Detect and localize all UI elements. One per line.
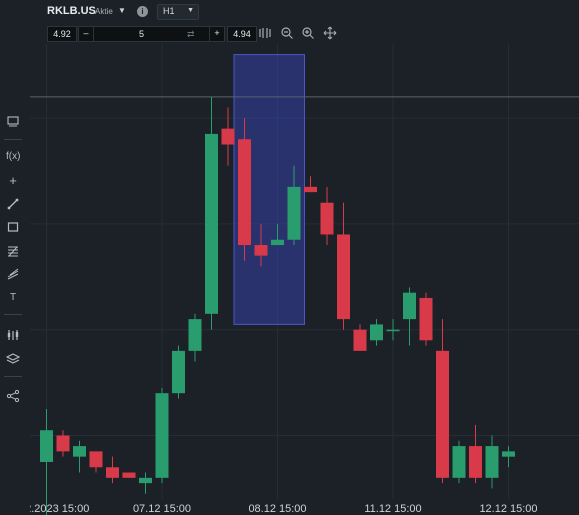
channel-tool-icon[interactable] (6, 267, 20, 281)
share-icon[interactable] (6, 389, 20, 403)
trading-chart-window: RKLB.US Aktie ▼ i H1 ▼ 4.92 – 5 ⇄ + 4.94 (0, 0, 579, 515)
toolbar-divider (4, 376, 22, 377)
function-icon[interactable]: f(x) (6, 150, 20, 164)
spread-icon[interactable] (258, 26, 272, 40)
quantity-value[interactable]: 5 (139, 27, 144, 41)
instrument-toolbar: RKLB.US Aktie ▼ i H1 ▼ (0, 0, 579, 24)
trade-toolbar: 4.92 – 5 ⇄ + 4.94 (0, 26, 579, 42)
candle-body (452, 446, 466, 478)
timeframe-label: H1 (163, 6, 175, 16)
symbol-dropdown-icon[interactable]: ▼ (118, 6, 126, 15)
candle-body (205, 133, 218, 314)
candle-body (337, 234, 350, 320)
zoom-in-icon[interactable] (301, 26, 315, 40)
candle-body (469, 446, 482, 478)
text-tool-icon[interactable]: T (6, 291, 20, 305)
candle-body (188, 319, 202, 351)
candle-body (122, 472, 136, 478)
candle-body (320, 202, 334, 235)
buy-price-button[interactable]: 4.94 (227, 26, 257, 42)
quantity-stepper[interactable]: – 5 ⇄ + (78, 26, 225, 42)
chevron-down-icon: ▼ (187, 7, 194, 14)
candle-body (73, 446, 86, 457)
candle-body (403, 292, 416, 320)
candle-body (287, 186, 301, 240)
candle-body (436, 350, 449, 478)
timeframe-select[interactable]: H1 ▼ (157, 4, 199, 20)
candle-body (304, 186, 317, 193)
layers-icon[interactable] (5, 352, 21, 366)
candle-body (221, 128, 235, 145)
toolbar-divider (4, 139, 22, 140)
move-icon[interactable] (323, 26, 337, 40)
price-chart[interactable]: 06.12.2023 15:00 07.12 15:00 08.12 15:00 11… (30, 44, 579, 515)
candle-body (353, 329, 367, 351)
x-axis-label: 08.12 15:00 (248, 503, 306, 515)
candle-body (386, 329, 400, 332)
candle-body (139, 477, 152, 484)
toolbar-divider (4, 314, 22, 315)
candle-body (485, 446, 499, 478)
info-icon[interactable]: i (137, 6, 148, 17)
candle-body (40, 430, 53, 462)
candle-body (89, 451, 103, 468)
fibonacci-tool-icon[interactable] (6, 244, 20, 258)
crosshair-icon[interactable]: + (6, 174, 20, 188)
candle-body (370, 324, 383, 341)
candle-body (106, 467, 119, 478)
candle-body (172, 350, 185, 394)
drawing-toolbar: f(x) + T (0, 110, 26, 410)
candle-body (155, 393, 169, 478)
candle-body (502, 451, 515, 457)
candle-body (238, 139, 251, 246)
x-axis-label: 12.12 15:00 (479, 503, 537, 515)
symbol-type: Aktie (95, 7, 113, 16)
x-axis-label: 07.12 15:00 (133, 503, 191, 515)
rectangle-tool-icon[interactable] (6, 220, 20, 234)
increase-quantity-button[interactable]: + (209, 27, 224, 41)
indicators-icon[interactable] (6, 328, 20, 342)
line-tool-icon[interactable] (6, 197, 20, 211)
zoom-out-icon[interactable] (280, 26, 294, 40)
symbol-name[interactable]: RKLB.US (47, 5, 96, 17)
candle-body (419, 297, 433, 341)
sell-price-button[interactable]: 4.92 (47, 26, 77, 42)
decrease-quantity-button[interactable]: – (79, 27, 94, 41)
x-axis-label: 06.12.2023 15:00 (30, 503, 89, 515)
x-axis-label: 11.12 15:00 (364, 503, 421, 515)
candle-body (271, 239, 284, 246)
candle-body (254, 245, 268, 256)
candle-body (56, 435, 70, 452)
swap-icon[interactable]: ⇄ (187, 27, 195, 41)
display-icon[interactable] (6, 114, 20, 128)
